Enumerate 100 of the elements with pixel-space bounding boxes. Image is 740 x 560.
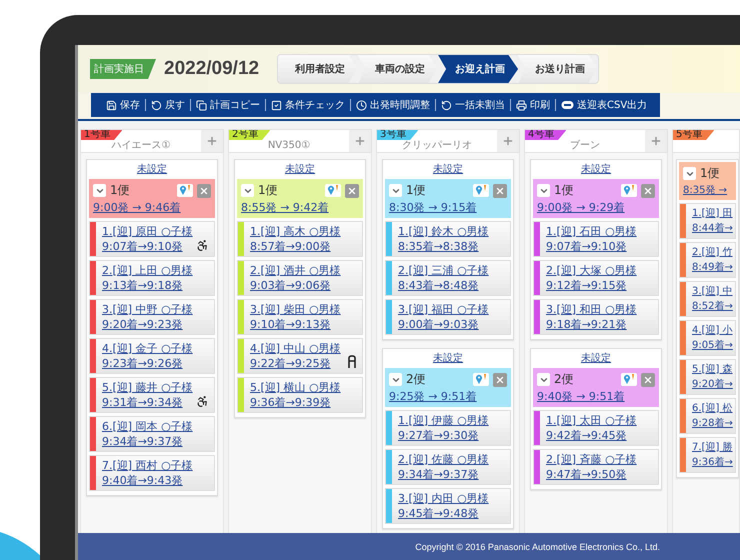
passenger-time-link[interactable]: 9:42着→9:45発 [546,428,637,442]
passenger-link[interactable]: 7.[迎] 西村 ○子様 [102,458,193,472]
map-pin-icon[interactable] [325,184,341,197]
passenger-time-link[interactable]: 9:18着→9:21発 [546,318,637,332]
passenger-time-link[interactable]: 9:27着→9:30発 [398,428,489,442]
toolbar-button[interactable]: 印刷 [510,99,555,111]
add-button[interactable] [645,130,667,152]
passenger-time-link[interactable]: 9:07着→9:10発 [546,240,637,254]
add-button[interactable] [497,130,519,152]
map-pin-icon[interactable] [177,184,193,197]
passenger-time-link[interactable]: 8:57着→9:00発 [250,240,341,254]
map-pin-icon[interactable] [621,373,637,386]
passenger-link[interactable]: 1.[迎] 伊藤 ○男様 [398,414,489,428]
trip-time-link[interactable]: 8:35発 → [683,183,732,197]
close-button[interactable] [197,184,211,198]
passenger-time-link[interactable]: 8:44着→ [692,222,733,236]
passenger-link[interactable]: 6.[迎] 岡本 ○子様 [102,420,193,434]
passenger-link[interactable]: 2.[迎] 斉藤 ○子様 [546,452,637,466]
unset-link[interactable]: 未設定 [581,351,611,365]
unset-link[interactable]: 未設定 [433,162,463,176]
passenger-time-link[interactable]: 9:28着→ [692,416,733,430]
passenger-link[interactable]: 5.[迎] 藤井 ○子様 [102,380,193,394]
passenger-time-link[interactable]: 9:03着→9:06発 [250,278,341,292]
toolbar-button[interactable]: 出発時間調整 [350,99,435,111]
passenger-time-link[interactable]: 8:35着→8:38発 [398,240,489,254]
passenger-time-link[interactable]: 9:34着→9:37発 [398,468,489,482]
passenger-time-link[interactable]: 8:52着→ [692,300,733,314]
passenger-link[interactable]: 1.[迎] 原田 ○子様 [102,224,193,238]
passenger-time-link[interactable]: 9:13着→9:18発 [102,278,193,292]
passenger-link[interactable]: 4.[迎] 小 [692,324,733,338]
passenger-link[interactable]: 7.[迎] 勝 [692,440,733,454]
passenger-time-link[interactable]: 9:20着→ [692,378,733,392]
close-button[interactable] [641,184,655,198]
passenger-time-link[interactable]: 9:40着→9:43発 [102,474,193,488]
passenger-link[interactable]: 2.[迎] 佐藤 ○男様 [398,452,489,466]
close-button[interactable] [641,372,655,386]
passenger-link[interactable]: 1.[迎] 鈴木 ○男様 [398,224,489,238]
passenger-link[interactable]: 1.[迎] 高木 ○男様 [250,224,341,238]
passenger-link[interactable]: 1.[迎] 石田 ○男様 [546,224,637,238]
passenger-time-link[interactable]: 9:20着→9:23発 [102,318,193,332]
trip-time-link[interactable]: 8:30発 → 9:15着 [389,200,507,215]
add-button[interactable] [201,130,223,152]
toolbar-button[interactable]: 送迎表CSV出力 [555,99,652,111]
toolbar-button[interactable]: 保存 [101,99,145,111]
passenger-link[interactable]: 5.[迎] 森 [692,362,733,376]
passenger-time-link[interactable]: 8:49着→ [692,260,733,274]
passenger-time-link[interactable]: 9:12着→9:15発 [546,278,637,292]
passenger-link[interactable]: 3.[迎] 和田 ○男様 [546,302,637,316]
passenger-time-link[interactable]: 9:45着→9:48発 [398,506,489,520]
passenger-link[interactable]: 4.[迎] 金子 ○子様 [102,342,193,356]
map-pin-icon[interactable] [621,184,637,197]
collapse-button[interactable] [537,184,550,197]
toolbar-button[interactable]: 戻す [145,99,190,111]
passenger-link[interactable]: 6.[迎] 松 [692,402,733,416]
collapse-button[interactable] [537,373,550,386]
map-pin-icon[interactable] [473,184,489,197]
passenger-link[interactable]: 2.[迎] 三浦 ○子様 [398,264,489,278]
passenger-link[interactable]: 1.[迎] 田 [692,206,733,220]
passenger-link[interactable]: 3.[迎] 中 [692,284,733,298]
unset-link[interactable]: 未設定 [285,162,315,176]
passenger-link[interactable]: 2.[迎] 酒井 ○男様 [250,264,341,278]
passenger-link[interactable]: 3.[迎] 柴田 ○男様 [250,302,341,316]
passenger-time-link[interactable]: 9:05着→ [692,338,733,352]
toolbar-button[interactable]: 一括未割当 [435,99,510,111]
passenger-time-link[interactable]: 9:47着→9:50発 [546,468,637,482]
collapse-button[interactable] [683,167,696,180]
passenger-link[interactable]: 5.[迎] 横山 ○男様 [250,380,341,394]
collapse-button[interactable] [389,373,402,386]
passenger-link[interactable]: 2.[迎] 大塚 ○男様 [546,264,637,278]
toolbar-button[interactable]: 計画コピー [190,99,265,111]
step-tab[interactable]: お迎え計画 [438,55,518,83]
close-button[interactable] [493,372,507,386]
trip-time-link[interactable]: 9:40発 → 9:51着 [537,389,655,404]
passenger-link[interactable]: 3.[迎] 内田 ○男様 [398,492,489,506]
passenger-link[interactable]: 3.[迎] 福田 ○子様 [398,302,489,316]
close-button[interactable] [345,184,359,198]
trip-time-link[interactable]: 9:00発 → 9:46着 [93,200,211,215]
passenger-time-link[interactable]: 9:10着→9:13発 [250,318,341,332]
unset-link[interactable]: 未設定 [433,351,463,365]
passenger-time-link[interactable]: 9:22着→9:25発 [250,356,341,370]
passenger-time-link[interactable]: 9:07着→9:10発 [102,240,193,254]
passenger-time-link[interactable]: 9:23着→9:26発 [102,356,193,370]
toolbar-button[interactable]: 条件チェック [265,99,350,111]
unset-link[interactable]: 未設定 [581,162,611,176]
collapse-button[interactable] [93,184,106,197]
passenger-time-link[interactable]: 8:43着→8:48発 [398,278,489,292]
passenger-time-link[interactable]: 9:36着→9:39発 [250,396,341,410]
trip-time-link[interactable]: 8:55発 → 9:42着 [241,200,359,215]
passenger-time-link[interactable]: 9:36着→ [692,456,733,470]
unset-link[interactable]: 未設定 [137,162,167,176]
passenger-time-link[interactable]: 9:31着→9:34発 [102,396,193,410]
passenger-time-link[interactable]: 9:34着→9:37発 [102,434,193,448]
collapse-button[interactable] [241,184,254,197]
passenger-link[interactable]: 1.[迎] 太田 ○子様 [546,414,637,428]
trip-time-link[interactable]: 9:25発 → 9:51着 [389,389,507,404]
trip-time-link[interactable]: 9:00発 → 9:29着 [537,200,655,215]
passenger-link[interactable]: 2.[迎] 竹 [692,246,733,260]
passenger-link[interactable]: 4.[迎] 中山 ○男様 [250,342,341,356]
map-pin-icon[interactable] [473,373,489,386]
passenger-link[interactable]: 3.[迎] 中野 ○子様 [102,302,193,316]
